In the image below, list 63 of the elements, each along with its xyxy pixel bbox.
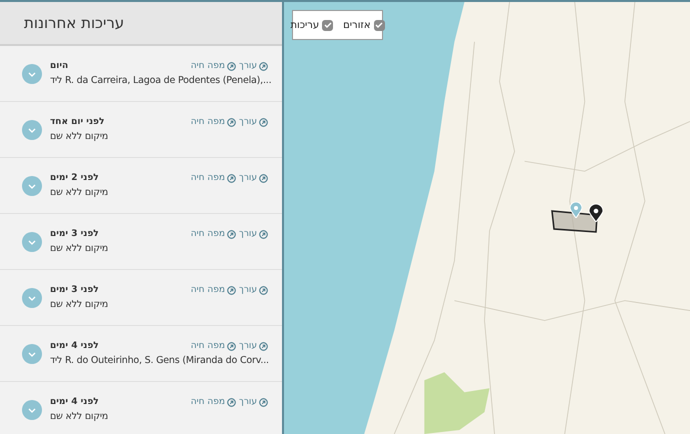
- edit-location: ליד R. da Carreira, Lagoa de Podentes (Penela),...: [50, 75, 272, 86]
- edit-date: היום: [50, 61, 68, 71]
- layer-toggle[interactable]: אזורים: [343, 20, 385, 30]
- arrow-circle-icon: [259, 342, 268, 350]
- edit-list-item[interactable]: לפני 3 ימים עורך מפה חיה מיקום ללא שם: [0, 214, 282, 270]
- edit-location: מיקום ללא שם: [50, 411, 108, 422]
- edit-date: לפני 2 ימים: [50, 173, 99, 183]
- edit-link[interactable]: עורך: [239, 117, 268, 127]
- edit-location: ליד R. do Outeirinho, S. Gens (Miranda do Corv...: [50, 355, 269, 366]
- edit-list-item[interactable]: לפני 2 ימים עורך מפה חיה מיקום ללא שם: [0, 158, 282, 214]
- arrow-circle-icon: [227, 342, 236, 350]
- edit-date: לפני 3 ימים: [50, 285, 99, 295]
- chevron-circle-icon[interactable]: [22, 64, 42, 84]
- arrow-circle-icon: [227, 62, 236, 70]
- edit-link[interactable]: עורך: [239, 173, 268, 183]
- edit-link[interactable]: מפה חיה: [190, 117, 236, 127]
- edit-location: מיקום ללא שם: [50, 187, 108, 198]
- chevron-circle-icon[interactable]: [22, 176, 42, 196]
- chevron-circle-icon[interactable]: [22, 232, 42, 252]
- edit-link[interactable]: מפה חיה: [190, 61, 236, 71]
- edit-location: מיקום ללא שם: [50, 243, 108, 254]
- arrow-circle-icon: [227, 398, 236, 406]
- edit-list-item[interactable]: לפני 3 ימים עורך מפה חיה מיקום ללא שם: [0, 270, 282, 326]
- checkbox[interactable]: [374, 20, 385, 30]
- edit-location: מיקום ללא שם: [50, 131, 108, 142]
- edit-list-item[interactable]: לפני 4 ימים עורך מפה חיה ליד R. do Outeirinho, S. Gens (Miranda do Corv...: [0, 326, 282, 382]
- edit-date: לפני 4 ימים: [50, 341, 99, 351]
- arrow-circle-icon: [259, 62, 268, 70]
- arrow-circle-icon: [259, 398, 268, 406]
- arrow-circle-icon: [259, 230, 268, 238]
- checkbox[interactable]: [322, 20, 334, 30]
- layer-toggle[interactable]: עריכות: [290, 20, 334, 30]
- sidebar-title: עריכות אחרונות: [24, 14, 124, 32]
- edit-link[interactable]: עורך: [239, 285, 268, 295]
- edit-link[interactable]: עורך: [239, 61, 268, 71]
- edit-link[interactable]: עורך: [239, 341, 268, 351]
- edit-list-item[interactable]: לפני 4 ימים עורך מפה חיה מיקום ללא שם: [0, 382, 282, 434]
- arrow-circle-icon: [259, 286, 268, 294]
- arrow-circle-icon: [259, 118, 268, 126]
- arrow-circle-icon: [227, 286, 236, 294]
- chevron-circle-icon[interactable]: [22, 288, 42, 308]
- edit-link[interactable]: מפה חיה: [190, 173, 236, 183]
- map-pin-icon[interactable]: [570, 202, 582, 218]
- edit-list-item[interactable]: היום עורך מפה חיה ליד R. da Carreira, Lagoa de Podentes (Penela),...: [0, 46, 282, 102]
- edit-date: לפני 4 ימים: [50, 397, 99, 407]
- arrow-circle-icon: [227, 118, 236, 126]
- map-pin-icon[interactable]: [589, 204, 603, 222]
- edit-list-item[interactable]: לפני יום אחד עורך מפה חיה מיקום ללא שם: [0, 102, 282, 158]
- edit-link[interactable]: מפה חיה: [190, 285, 236, 295]
- edit-date: לפני 3 ימים: [50, 229, 99, 239]
- arrow-circle-icon: [227, 174, 236, 182]
- edit-link[interactable]: עורך: [239, 397, 268, 407]
- edit-link[interactable]: מפה חיה: [190, 229, 236, 239]
- edit-link[interactable]: עורך: [239, 229, 268, 239]
- chevron-circle-icon[interactable]: [22, 400, 42, 420]
- edit-link[interactable]: מפה חיה: [190, 341, 236, 351]
- chevron-circle-icon[interactable]: [22, 344, 42, 364]
- edit-date: לפני יום אחד: [50, 117, 104, 127]
- arrow-circle-icon: [259, 174, 268, 182]
- chevron-circle-icon[interactable]: [22, 120, 42, 140]
- edit-link[interactable]: מפה חיה: [190, 397, 236, 407]
- edit-location: מיקום ללא שם: [50, 299, 108, 310]
- arrow-circle-icon: [227, 230, 236, 238]
